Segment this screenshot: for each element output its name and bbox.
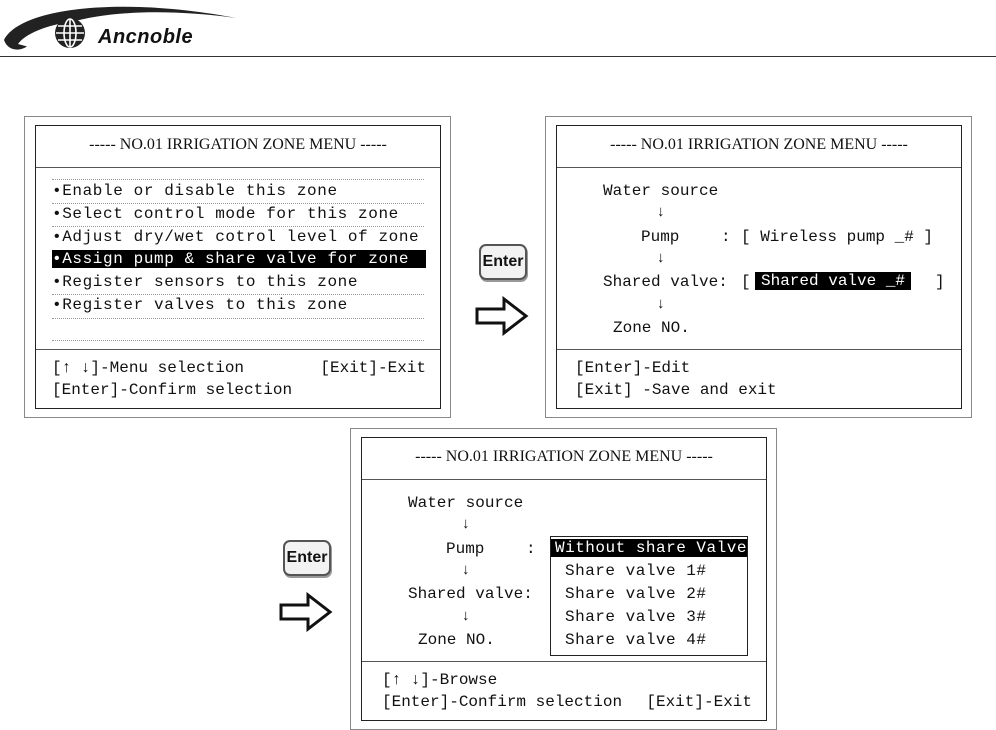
zone-menu-frame: ----- NO.01 IRRIGATION ZONE MENU ----- •… (35, 125, 441, 409)
pump-colon: : (721, 228, 731, 246)
enter-key-icon: Enter (283, 540, 331, 576)
down-arrow-icon: ↓ (462, 608, 470, 624)
water-source-label: Water source (408, 494, 524, 512)
shared-valve-label: Shared valve: (408, 585, 533, 603)
shared-valve-open-bracket: [ (741, 273, 751, 291)
hint-exit: [Exit]-Exit (646, 693, 752, 711)
down-arrow-icon: ↓ (657, 250, 665, 266)
dotted-rule (52, 340, 424, 341)
pump-colon: : (526, 540, 536, 558)
down-arrow-icon: ↓ (657, 204, 665, 220)
hint-confirm-selection: [Enter]-Confirm selection (382, 693, 623, 711)
hint-exit: [Exit]-Exit (320, 359, 426, 377)
dotted-rule (52, 203, 424, 204)
pump-label: Pump (446, 540, 485, 558)
hollow-right-arrow-icon (475, 296, 529, 336)
dotted-rule (52, 318, 424, 319)
menu-item-assign-pump-valve[interactable]: •Assign pump & share valve for zone (52, 250, 426, 268)
down-arrow-icon: ↓ (462, 562, 470, 578)
zone-no-label: Zone NO. (418, 631, 495, 649)
enter-key-icon: Enter (479, 244, 527, 280)
dotted-rule (52, 226, 424, 227)
pump-valve-title: ----- NO.01 IRRIGATION ZONE MENU ----- (610, 136, 908, 153)
down-arrow-icon: ↓ (462, 516, 470, 532)
option-share-valve-2[interactable]: Share valve 2# (551, 585, 747, 603)
hollow-right-arrow-icon (279, 592, 333, 632)
globe-logo-icon (55, 18, 85, 48)
option-share-valve-4[interactable]: Share valve 4# (551, 631, 747, 649)
option-share-valve-3[interactable]: Share valve 3# (551, 608, 747, 626)
hint-save-exit: [Exit] -Save and exit (575, 381, 777, 399)
shared-valve-value-field[interactable]: Shared valve _# (755, 272, 912, 290)
hint-edit: [Enter]-Edit (575, 359, 691, 377)
brand-name: Ancnoble (98, 26, 194, 48)
dotted-rule (52, 179, 424, 180)
hint-confirm-selection: [Enter]-Confirm selection (52, 381, 293, 399)
shared-valve-label: Shared valve: (603, 273, 728, 291)
menu-item-dry-wet-level[interactable]: •Adjust dry/wet cotrol level of zone (52, 228, 419, 246)
dotted-rule (52, 294, 424, 295)
footer-divider (36, 349, 440, 350)
menu-item-control-mode[interactable]: •Select control mode for this zone (52, 205, 399, 223)
menu-item-register-sensors[interactable]: •Register sensors to this zone (52, 273, 358, 291)
water-source-label: Water source (603, 182, 719, 200)
pump-valve-frame: ----- NO.01 IRRIGATION ZONE MENU ----- W… (556, 125, 962, 409)
pump-value-field[interactable]: [ Wireless pump _# ] (741, 228, 933, 246)
zone-menu-title: ----- NO.01 IRRIGATION ZONE MENU ----- (89, 136, 387, 153)
pump-valve-panel: ----- NO.01 IRRIGATION ZONE MENU ----- W… (545, 116, 972, 418)
title-divider (36, 167, 440, 168)
option-share-valve-1[interactable]: Share valve 1# (551, 562, 747, 580)
header-divider (0, 56, 996, 57)
zone-menu-panel: ----- NO.01 IRRIGATION ZONE MENU ----- •… (24, 116, 451, 418)
shared-valve-close-bracket: ] (935, 273, 945, 291)
menu-item-register-valves[interactable]: •Register valves to this zone (52, 296, 348, 314)
footer-divider (557, 349, 961, 350)
down-arrow-icon: ↓ (657, 296, 665, 312)
footer-divider (362, 661, 766, 662)
shared-valve-select-frame: ----- NO.01 IRRIGATION ZONE MENU ----- W… (361, 437, 767, 721)
title-divider (362, 479, 766, 480)
option-without-share-valve[interactable]: Without share Valve (551, 539, 747, 557)
shared-valve-listbox[interactable]: Without share Valve Share valve 1# Share… (550, 536, 748, 656)
menu-item-enable-zone[interactable]: •Enable or disable this zone (52, 182, 338, 200)
shared-valve-select-panel: ----- NO.01 IRRIGATION ZONE MENU ----- W… (350, 428, 777, 730)
hint-browse: [↑ ↓]-Browse (382, 671, 498, 689)
pump-label: Pump (641, 228, 680, 246)
hint-menu-selection: [↑ ↓]-Menu selection (52, 359, 245, 377)
title-divider (557, 167, 961, 168)
shared-valve-select-title: ----- NO.01 IRRIGATION ZONE MENU ----- (415, 448, 713, 465)
zone-no-label: Zone NO. (613, 319, 690, 337)
